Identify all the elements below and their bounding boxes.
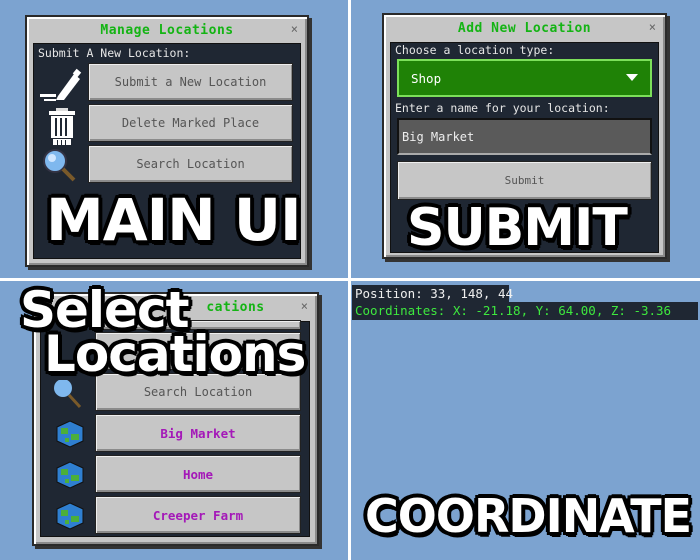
submit-caption: SUBMIT	[407, 198, 628, 258]
globe-cube-icon	[56, 502, 84, 530]
main-ui-panel: Manage Locations × Submit A New Location…	[0, 0, 348, 278]
location-name-input[interactable]: Big Market	[397, 118, 652, 155]
select-caption-line2: Locations	[44, 325, 306, 383]
close-button[interactable]: ×	[291, 22, 298, 36]
section-label: Submit A New Location:	[38, 46, 191, 60]
coordinate-panel: Position: 33, 148, 44 Coordinates: X: -2…	[351, 281, 700, 560]
location-big-market[interactable]: Big Market	[95, 414, 301, 452]
submit-new-location-button[interactable]: Submit a New Location	[88, 63, 293, 101]
close-button[interactable]: ×	[301, 299, 308, 313]
close-button[interactable]: ×	[649, 20, 656, 34]
dropdown-value: Shop	[411, 70, 442, 86]
submit-panel: Add New Location × Choose a location typ…	[351, 0, 700, 278]
main-ui-caption: MAIN UI	[46, 186, 302, 254]
chevron-down-icon	[626, 74, 638, 81]
globe-cube-icon	[56, 420, 84, 448]
select-locations-panel: cations × Search Location Big Market Hom…	[0, 281, 348, 560]
position-readout: Position: 33, 148, 44	[352, 285, 513, 303]
location-creeper-farm[interactable]: Creeper Farm	[95, 496, 301, 534]
coordinates-readout: Coordinates: X: -21.18, Y: 64.00, Z: -3.…	[352, 302, 698, 320]
pencil-icon	[40, 68, 82, 101]
window-title: Add New Location	[457, 21, 592, 36]
magnifier-icon	[54, 380, 82, 409]
delete-marked-place-button[interactable]: Delete Marked Place	[88, 104, 293, 142]
trash-icon	[49, 108, 75, 145]
location-type-dropdown[interactable]: Shop	[397, 59, 652, 97]
location-home[interactable]: Home	[95, 455, 301, 493]
coordinate-caption: COORDINATE	[365, 489, 692, 543]
globe-cube-icon	[56, 461, 84, 489]
submit-button[interactable]: Submit	[397, 161, 652, 200]
window-title: Manage Locations	[100, 23, 234, 38]
search-location-button[interactable]: Search Location	[88, 145, 293, 183]
type-label: Choose a location type:	[395, 43, 555, 57]
name-label: Enter a name for your location:	[395, 101, 610, 115]
magnifier-icon	[43, 149, 76, 182]
